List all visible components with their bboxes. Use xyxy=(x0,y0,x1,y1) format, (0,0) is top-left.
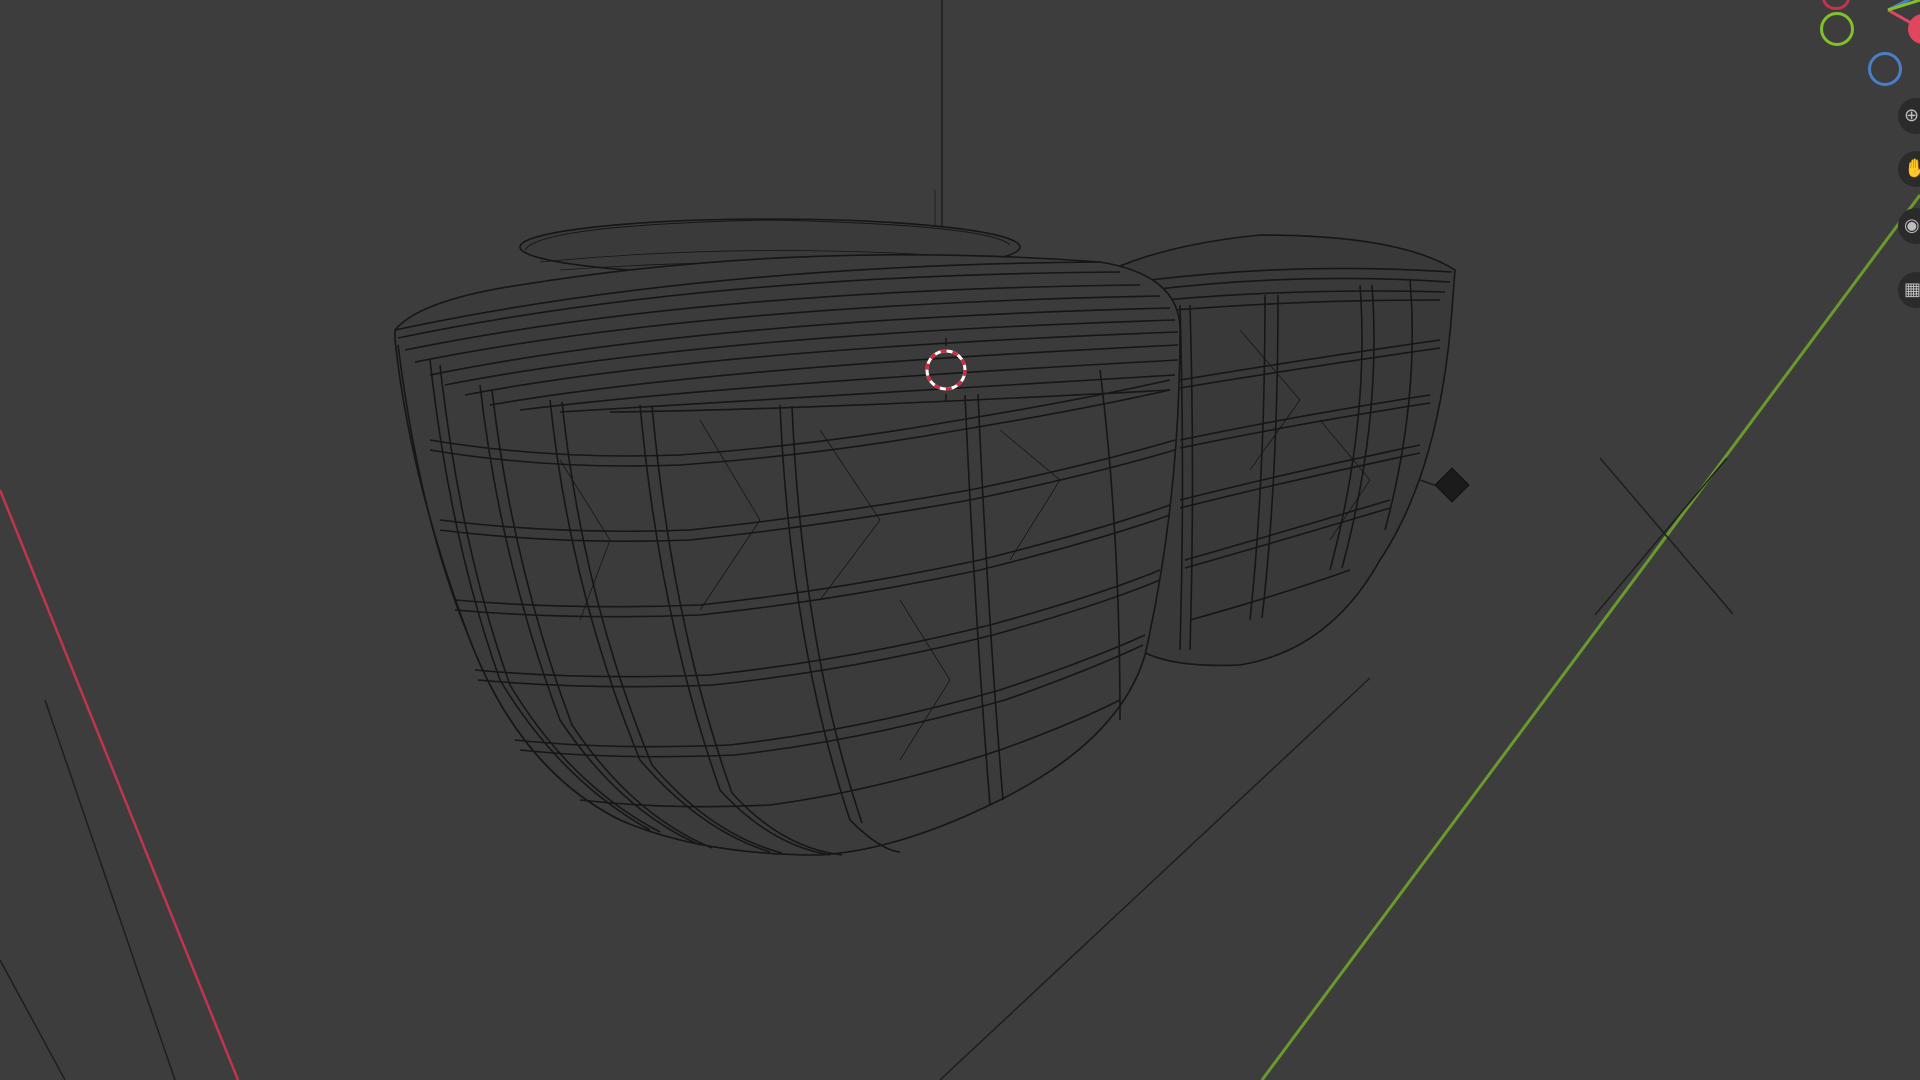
grid-line xyxy=(44,699,176,1080)
navigation-gizmo[interactable] xyxy=(1720,0,1920,110)
3d-viewport[interactable]: ⊕ ✋ ◉ ▦ xyxy=(0,0,1920,1080)
y-axis-negative-ball[interactable] xyxy=(1820,12,1854,46)
viewport-canvas[interactable] xyxy=(0,0,1920,1080)
x-axis-line xyxy=(0,489,240,1080)
grid-line xyxy=(0,959,66,1080)
wireframe-mesh[interactable] xyxy=(394,218,1456,856)
z-axis-negative-ball[interactable] xyxy=(1868,52,1902,86)
light-icon[interactable] xyxy=(1419,467,1470,503)
camera-marker[interactable] xyxy=(1594,457,1734,616)
